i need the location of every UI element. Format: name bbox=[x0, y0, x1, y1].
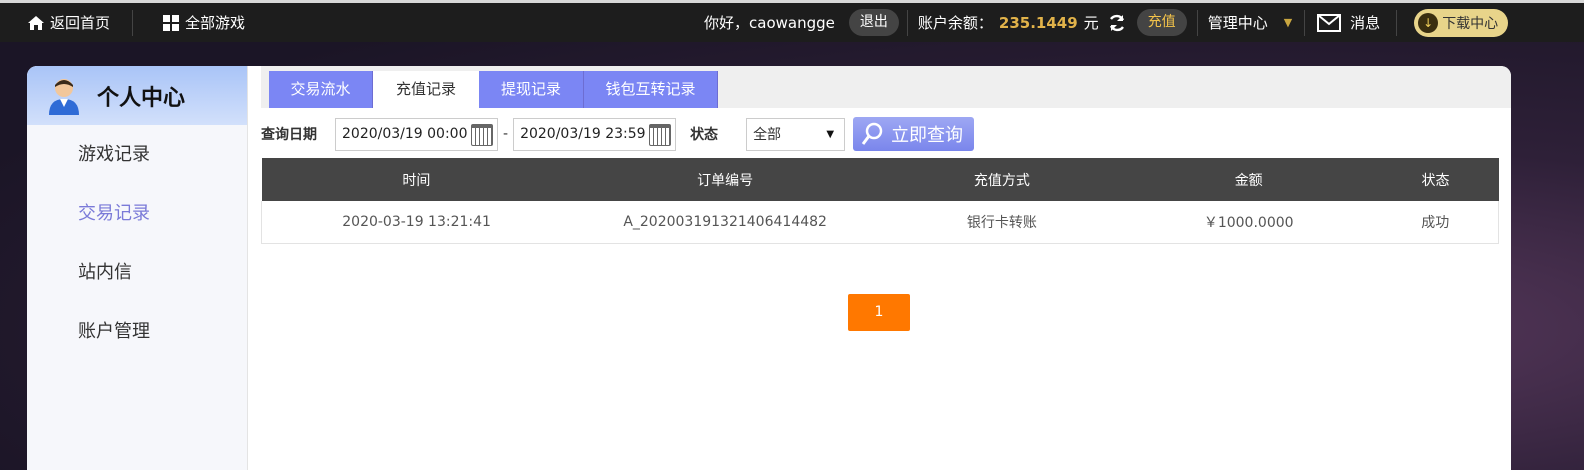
divider bbox=[132, 9, 134, 36]
sidebar-item-account-management[interactable]: 账户管理 bbox=[27, 302, 247, 361]
manage-center-menu[interactable]: 管理中心 ▼ bbox=[1208, 3, 1292, 42]
refresh-icon[interactable] bbox=[1107, 13, 1127, 33]
sidebar-title: 个人中心 bbox=[97, 85, 186, 111]
cell-order-number: A_20200319132140641​4482 bbox=[571, 201, 880, 244]
user-avatar-icon bbox=[49, 78, 79, 115]
divider bbox=[1396, 9, 1398, 36]
divider bbox=[1196, 9, 1198, 36]
calendar-icon[interactable] bbox=[471, 123, 493, 146]
messages-label: 消息 bbox=[1350, 14, 1381, 32]
dropdown-caret-icon: ▼ bbox=[1283, 16, 1293, 29]
content-area: 交易流水 充值记录 提现记录 钱包互转记录 查询日期 2020/03/19 00… bbox=[261, 66, 1511, 470]
home-icon bbox=[28, 15, 44, 30]
top-nav-bar: 返回首页 全部游戏 你好，caowangge 退出 账户余额： 235.1449… bbox=[0, 0, 1584, 42]
magnifier-icon bbox=[861, 122, 883, 145]
table-row: 2020-03-19 13:21:41 A_20200319132140641​… bbox=[261, 201, 1499, 244]
logout-button[interactable]: 退出 bbox=[848, 9, 899, 36]
all-games-label: 全部游戏 bbox=[185, 14, 246, 32]
sidebar-header: 个人中心 bbox=[27, 66, 247, 125]
balance-unit: 元 bbox=[1083, 14, 1099, 32]
divider bbox=[1304, 9, 1306, 36]
column-header: 充值方式 bbox=[879, 158, 1125, 201]
download-center-button[interactable]: ↓ 下载中心 bbox=[1414, 8, 1509, 37]
download-label: 下载中心 bbox=[1442, 15, 1499, 32]
query-button[interactable]: 立即查询 bbox=[853, 117, 975, 151]
calendar-icon[interactable] bbox=[649, 123, 672, 146]
status-label: 状态 bbox=[690, 127, 719, 143]
tab-withdraw-records[interactable]: 提现记录 bbox=[479, 71, 584, 108]
all-games-link[interactable]: 全部游戏 bbox=[163, 3, 245, 42]
envelope-icon bbox=[1317, 13, 1342, 32]
divider bbox=[906, 9, 908, 36]
sidebar-item-inbox[interactable]: 站内信 bbox=[27, 243, 247, 302]
main-panel: 个人中心 游戏记录 交易记录 站内信 账户管理 交易流水 充值记录 提现记录 钱… bbox=[27, 66, 1511, 470]
greeting: 你好，caowangge bbox=[704, 14, 835, 32]
logout-wrap: 退出 bbox=[848, 3, 899, 42]
download-wrap: ↓ 下载中心 bbox=[1414, 3, 1509, 42]
cell-time: 2020-03-19 13:21:41 bbox=[261, 201, 572, 244]
filter-bar: 查询日期 2020/03/19 00:00 - 2020/03/19 23:59… bbox=[261, 116, 1511, 152]
cell-amount: ￥1000.0000 bbox=[1124, 201, 1373, 244]
download-icon: ↓ bbox=[1418, 12, 1439, 33]
balance-label: 账户余额： bbox=[917, 14, 993, 32]
tab-transaction-flow[interactable]: 交易流水 bbox=[269, 71, 373, 108]
end-date-value: 2020/03/19 23:59 bbox=[520, 126, 646, 142]
column-header: 时间 bbox=[261, 158, 572, 201]
messages-link[interactable]: 消息 bbox=[1317, 3, 1380, 42]
manage-center-label: 管理中心 bbox=[1207, 14, 1268, 32]
page-button-current[interactable]: 1 bbox=[848, 294, 910, 331]
tab-wallet-transfer-records[interactable]: 钱包互转记录 bbox=[584, 71, 718, 108]
end-date-input[interactable]: 2020/03/19 23:59 bbox=[513, 117, 677, 151]
sidebar-item-transaction-records[interactable]: 交易记录 bbox=[27, 184, 247, 243]
start-date-value: 2020/03/19 00:00 bbox=[342, 126, 468, 142]
start-date-input[interactable]: 2020/03/19 00:00 bbox=[335, 117, 498, 151]
sidebar: 个人中心 游戏记录 交易记录 站内信 账户管理 bbox=[27, 66, 248, 470]
date-label: 查询日期 bbox=[261, 127, 317, 143]
home-label: 返回首页 bbox=[50, 14, 111, 32]
status-select[interactable]: 全部 ▼ bbox=[746, 117, 846, 151]
column-header: 金额 bbox=[1124, 158, 1373, 201]
query-button-label: 立即查询 bbox=[891, 125, 964, 146]
status-select-value: 全部 bbox=[753, 127, 782, 143]
balance-value: 235.1449 bbox=[998, 13, 1078, 32]
home-link[interactable]: 返回首页 bbox=[27, 3, 110, 42]
grid-icon bbox=[163, 14, 180, 31]
records-table: 时间 订单编号 充值方式 金额 状态 2020-03-19 13:21:41 A… bbox=[261, 158, 1499, 244]
column-header: 订单编号 bbox=[571, 158, 880, 201]
sidebar-item-game-records[interactable]: 游戏记录 bbox=[27, 125, 247, 184]
recharge-button[interactable]: 充值 bbox=[1136, 9, 1187, 36]
tab-bar: 交易流水 充值记录 提现记录 钱包互转记录 bbox=[261, 66, 1511, 108]
column-header: 状态 bbox=[1372, 158, 1499, 201]
cell-status: 成功 bbox=[1372, 201, 1499, 244]
date-range-dash: - bbox=[503, 126, 509, 142]
table-header-row: 时间 订单编号 充值方式 金额 状态 bbox=[261, 158, 1499, 201]
select-caret-icon: ▼ bbox=[826, 128, 835, 140]
balance-area: 账户余额： 235.1449 元 充值 bbox=[918, 3, 1187, 42]
cell-recharge-method: 银行卡转账 bbox=[879, 201, 1125, 244]
tab-recharge-records[interactable]: 充值记录 bbox=[373, 71, 479, 108]
